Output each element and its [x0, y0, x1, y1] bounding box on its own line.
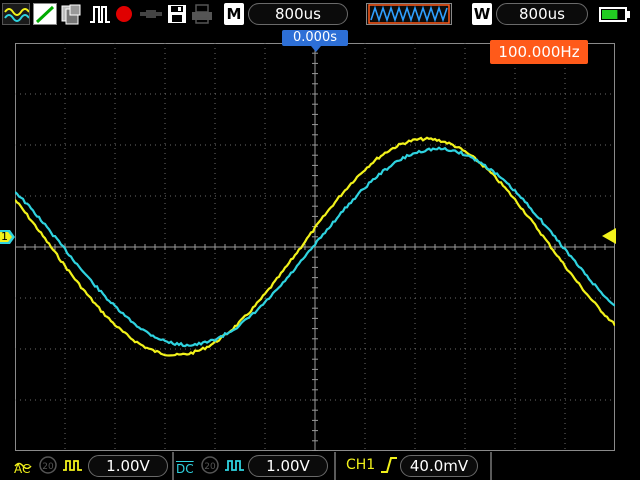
ch2-scale[interactable]: 1.00V	[248, 455, 328, 477]
ch1-marker-label: 1	[1, 230, 8, 243]
stack-icon[interactable]	[60, 3, 84, 25]
save-icon[interactable]	[166, 3, 188, 25]
svg-text:20: 20	[204, 462, 216, 472]
battery-icon	[598, 3, 632, 25]
record-icon[interactable]	[114, 3, 134, 25]
probe-icon[interactable]	[138, 3, 164, 25]
bottom-separator	[334, 452, 336, 480]
svg-text:20: 20	[42, 462, 54, 472]
ch2-bandwidth-icon[interactable]: 20	[200, 455, 220, 479]
waveform-window-indicator[interactable]	[366, 3, 452, 25]
ch1-coupling-icon	[14, 454, 32, 473]
wave-mode-icon[interactable]	[2, 3, 30, 25]
bottom-separator	[172, 452, 174, 480]
main-timebase-value[interactable]: 800us	[248, 3, 348, 25]
trigger-position-marker	[311, 46, 321, 52]
ch1-scale[interactable]: 1.00V	[88, 455, 168, 477]
window-timebase-label: W	[472, 3, 492, 25]
pulse-icon[interactable]	[88, 3, 112, 25]
trigger-source[interactable]: CH1	[346, 457, 375, 473]
rising-edge-icon[interactable]	[380, 456, 398, 478]
ch1-ground-marker[interactable]: 1	[0, 229, 15, 245]
window-timebase-value[interactable]: 800us	[496, 3, 588, 25]
waveform-screen[interactable]	[14, 42, 616, 452]
bottom-separator	[490, 452, 492, 480]
ch2-channel-icon[interactable]	[224, 457, 246, 476]
trigger-level[interactable]: 40.0mV	[400, 455, 478, 477]
top-toolbar: M 800us W 800us	[0, 0, 640, 28]
main-timebase-label: M	[224, 3, 244, 25]
frequency-readout: 100.000Hz	[490, 40, 588, 64]
ch2-coupling[interactable]: DC	[176, 462, 194, 476]
print-icon[interactable]	[190, 3, 214, 25]
ch1-channel-icon[interactable]	[62, 457, 84, 476]
ch1-bandwidth-icon[interactable]: 20	[38, 455, 58, 479]
trigger-level-marker[interactable]	[602, 228, 616, 244]
waveform-plot	[14, 42, 616, 452]
trigger-position-readout[interactable]: 0.000s	[282, 30, 348, 46]
slope-icon[interactable]	[33, 3, 57, 25]
